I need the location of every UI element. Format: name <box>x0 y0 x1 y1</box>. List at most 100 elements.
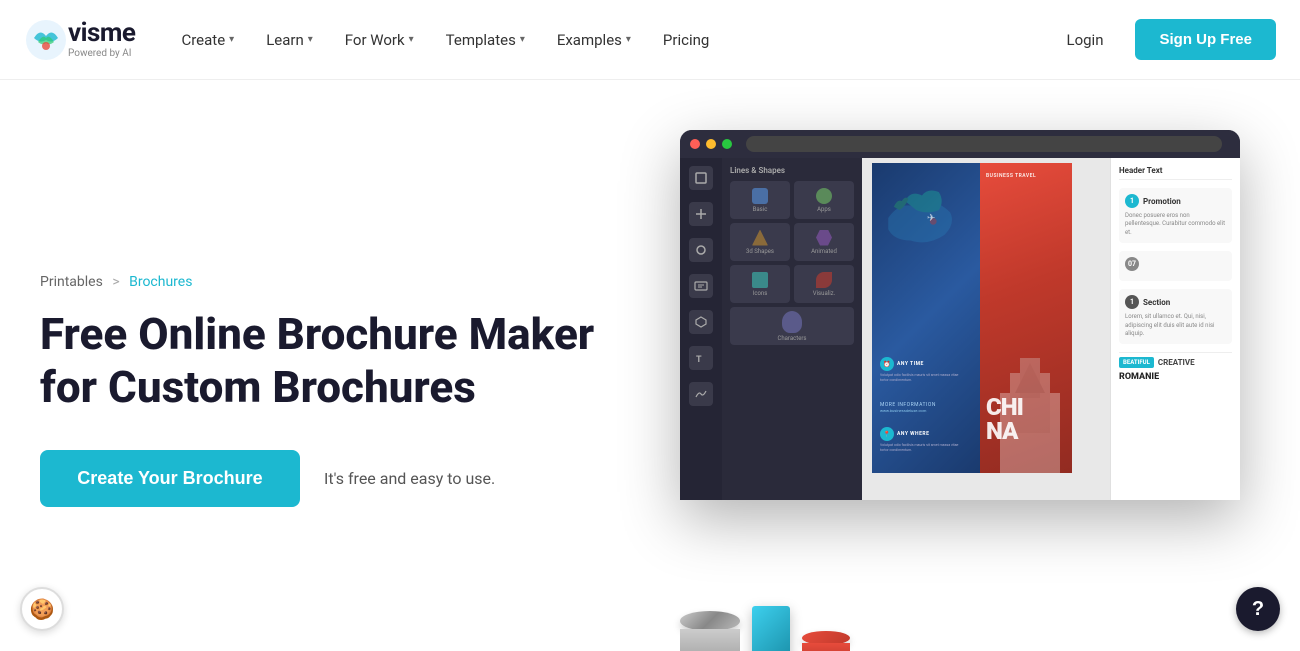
prop-name-section: Section <box>1143 298 1170 307</box>
prop-number-1: 1 <box>1125 194 1139 208</box>
panel-item-1[interactable]: Basic <box>730 181 790 219</box>
prop-name-promotion: Promotion <box>1143 197 1181 206</box>
panel-item-icon-3 <box>752 230 768 246</box>
nav-forwork[interactable]: For Work ▾ <box>331 23 428 57</box>
toolbar-icon-6[interactable]: T <box>689 346 713 370</box>
brochure-business-text: BUSINESS TRAVEL <box>986 173 1036 179</box>
any-time-body: Volutpat odio facilisis mauris sit amet … <box>880 373 960 383</box>
panel-item-icon-char <box>782 311 802 333</box>
prop-desc-section: Lorem, sit ullamco et. Qui, nisi, adipis… <box>1125 313 1226 338</box>
visme-logo-icon <box>24 18 68 62</box>
prop-beatiful: BEATIFUL <box>1119 357 1154 368</box>
prop-item-section: 1 Section Lorem, sit ullamco et. Qui, ni… <box>1119 289 1232 344</box>
nav-create-chevron: ▾ <box>229 34 234 45</box>
nav-examples[interactable]: Examples ▾ <box>543 23 645 57</box>
panel-item-label-3: 3d Shapes <box>746 248 774 255</box>
nav-right: Login Sign Up Free <box>1050 19 1276 60</box>
hero-title: Free Online Brochure Maker for Custom Br… <box>40 308 620 414</box>
panel-item-label-1: Basic <box>753 206 768 213</box>
prop-item-section-header: 1 Section <box>1125 295 1226 309</box>
anytime-icon: ⏰ <box>880 357 894 371</box>
breadcrumb-parent[interactable]: Printables <box>40 274 103 290</box>
shape-red-body <box>802 643 850 651</box>
url-bar <box>746 136 1222 152</box>
hero-title-line2: for Custom Brochures <box>40 361 476 413</box>
brochure-china-text: CHINA <box>986 395 1023 443</box>
prop-number-section: 1 <box>1125 295 1139 309</box>
panel-item-icon-2 <box>816 188 832 204</box>
nav-forwork-chevron: ▾ <box>409 34 414 45</box>
breadcrumb-current: Brochures <box>129 274 192 290</box>
panel-item-icon-5 <box>752 272 768 288</box>
nav-templates-chevron: ▾ <box>520 34 525 45</box>
shape-gray-body <box>680 629 740 651</box>
shape-red-disc <box>802 631 850 651</box>
toolbar-icon-1[interactable] <box>689 166 713 190</box>
cookie-consent-button[interactable]: 🍪 <box>20 587 64 631</box>
nav-learn-chevron: ▾ <box>308 34 313 45</box>
logo-text-area: visme Powered by AI <box>68 20 135 59</box>
brochure-right-panel: BUSINESS TRAVEL CHINA <box>980 163 1072 473</box>
prop-creative: CREATIVE <box>1158 358 1195 367</box>
panel-item-icon-1 <box>752 188 768 204</box>
screen-content: T Lines & Shapes Basic <box>680 158 1240 500</box>
toolbar-icon-4[interactable] <box>689 274 713 298</box>
main-content: Printables > Brochures Free Online Broch… <box>0 80 1300 651</box>
panel-item-2[interactable]: Apps <box>794 181 854 219</box>
panel-grid: Basic Apps 3d Shapes <box>730 181 854 345</box>
nav-create[interactable]: Create ▾ <box>167 23 248 57</box>
toolbar-icon-7[interactable] <box>689 382 713 406</box>
brand-name: visme <box>68 20 135 46</box>
create-brochure-button[interactable]: Create Your Brochure <box>40 450 300 507</box>
panel-item-5[interactable]: Icons <box>730 265 790 303</box>
panel-item-label-6: Visualiz. <box>813 290 835 297</box>
plane-icon: ✈ <box>927 213 935 224</box>
navbar: visme Powered by AI Create ▾ Learn ▾ For… <box>0 0 1300 80</box>
any-where-label: ANY WHERE <box>897 431 929 437</box>
any-time-label: ANY TIME <box>897 361 924 367</box>
prop-item-promotion: 1 Promotion Donec posuere eros non pelle… <box>1119 188 1232 243</box>
signup-button[interactable]: Sign Up Free <box>1135 19 1276 60</box>
laptop-mockup: T Lines & Shapes Basic <box>680 130 1280 550</box>
prop-desc-promotion: Donec posuere eros non pellentesque. Cur… <box>1125 212 1226 237</box>
prop-item-date: 07 <box>1119 251 1232 281</box>
panel-item-label-char: Characters <box>777 335 806 342</box>
panel-item-4[interactable]: Animated <box>794 223 854 261</box>
nav-forwork-label: For Work <box>345 31 405 49</box>
toolbar-icon-5[interactable] <box>689 310 713 334</box>
nav-learn[interactable]: Learn ▾ <box>252 23 327 57</box>
toolbar-icon-3[interactable] <box>689 238 713 262</box>
brochure-info-block: MORE INFORMATION www.businessdeluxe.com <box>880 402 972 413</box>
3d-shapes <box>680 606 850 651</box>
nav-examples-chevron: ▾ <box>626 34 631 45</box>
panel-item-6[interactable]: Visualiz. <box>794 265 854 303</box>
editor-panel: Lines & Shapes Basic Apps <box>722 158 862 500</box>
properties-header: Header Text <box>1119 166 1232 180</box>
right-side: T Lines & Shapes Basic <box>620 120 1260 651</box>
cta-row: Create Your Brochure It's free and easy … <box>40 450 620 507</box>
laptop-screen: T Lines & Shapes Basic <box>680 130 1240 500</box>
shape-blue-box <box>752 606 790 651</box>
panel-item-characters[interactable]: Characters <box>730 307 854 345</box>
panel-item-label-4: Animated <box>811 248 837 255</box>
help-icon: ? <box>1252 598 1264 621</box>
nav-pricing[interactable]: Pricing <box>649 23 723 57</box>
help-button[interactable]: ? <box>1236 587 1280 631</box>
prop-item-date-header: 07 <box>1125 257 1226 271</box>
editor-properties: Header Text 1 Promotion Donec posuere er… <box>1110 158 1240 500</box>
window-minimize-dot <box>706 139 716 149</box>
login-button[interactable]: Login <box>1050 23 1119 57</box>
prop-footer: BEATIFUL CREATIVE <box>1119 352 1232 368</box>
any-where-body: Volutpat odio facilisis mauris sit amet … <box>880 443 960 453</box>
panel-item-3[interactable]: 3d Shapes <box>730 223 790 261</box>
shape-blue-body <box>752 606 790 651</box>
toolbar-icon-2[interactable] <box>689 202 713 226</box>
logo[interactable]: visme Powered by AI <box>24 18 135 62</box>
editor-toolbar: T <box>680 158 722 500</box>
nav-create-label: Create <box>181 31 225 49</box>
breadcrumb: Printables > Brochures <box>40 274 620 290</box>
panel-item-label-5: Icons <box>753 290 768 297</box>
brochure-map <box>877 178 967 258</box>
nav-templates[interactable]: Templates ▾ <box>432 23 539 57</box>
nav-examples-label: Examples <box>557 31 622 49</box>
